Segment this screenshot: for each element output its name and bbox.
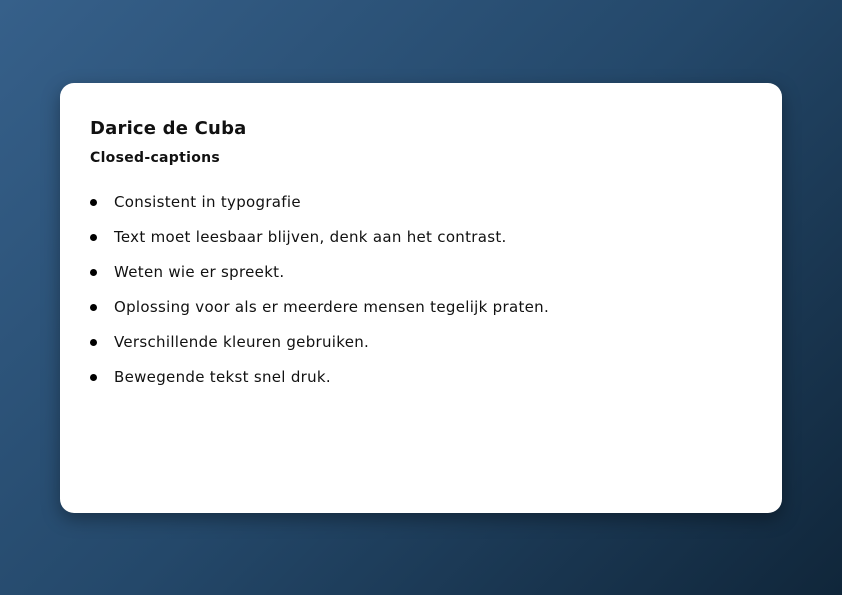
- bullet-icon: [90, 269, 97, 276]
- list-item-text: Bewegende tekst snel druk.: [114, 368, 331, 386]
- list-item-text: Oplossing voor als er meerdere mensen te…: [114, 298, 550, 316]
- list-item-text: Verschillende kleuren gebruiken.: [114, 333, 370, 351]
- list-item-text: Weten wie er spreekt.: [114, 263, 285, 281]
- bullet-icon: [90, 339, 97, 346]
- list-item-text: Consistent in typografie: [114, 193, 301, 211]
- list-item-text: Text moet leesbaar blijven, denk aan het…: [114, 228, 507, 246]
- bullet-list: Consistent in typografie Text moet leesb…: [90, 193, 752, 387]
- list-item: Consistent in typografie: [90, 193, 752, 212]
- bullet-icon: [90, 234, 97, 241]
- bullet-icon: [90, 304, 97, 311]
- list-item: Bewegende tekst snel druk.: [90, 368, 752, 387]
- card-title: Darice de Cuba: [90, 118, 247, 139]
- slide-card: Darice de Cuba Closed-captions Consisten…: [60, 83, 782, 513]
- list-item: Oplossing voor als er meerdere mensen te…: [90, 298, 752, 317]
- card-subtitle: Closed-captions: [90, 150, 221, 166]
- list-item: Text moet leesbaar blijven, denk aan het…: [90, 228, 752, 247]
- list-item: Verschillende kleuren gebruiken.: [90, 333, 752, 352]
- list-item: Weten wie er spreekt.: [90, 263, 752, 282]
- bullet-icon: [90, 199, 97, 206]
- bullet-icon: [90, 374, 97, 381]
